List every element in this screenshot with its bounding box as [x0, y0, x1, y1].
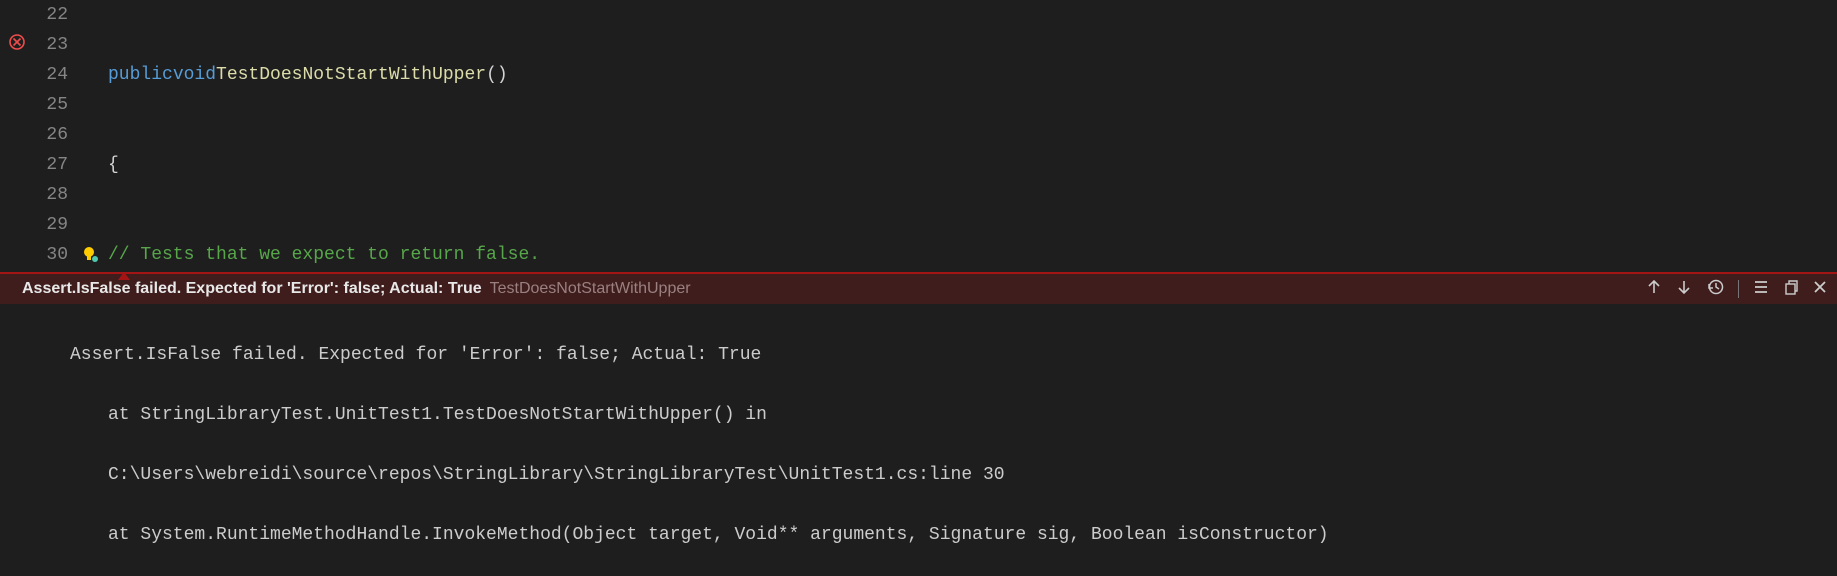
code-line[interactable]: {	[108, 150, 1837, 180]
exception-context: TestDoesNotStartWithUpper	[490, 280, 691, 298]
code-area[interactable]: public void TestDoesNotStartWithUpper() …	[108, 0, 1837, 272]
exception-bar: Assert.IsFalse failed. Expected for 'Err…	[0, 274, 1837, 304]
divider	[1738, 280, 1739, 298]
code-line[interactable]: public void TestDoesNotStartWithUpper()	[108, 60, 1837, 90]
list-icon[interactable]	[1753, 279, 1769, 300]
history-icon[interactable]	[1706, 278, 1724, 301]
error-caret-indicator	[0, 272, 1837, 274]
trace-line: at System.RuntimeMethodHandle.InvokeMeth…	[70, 520, 1837, 550]
trace-line: at StringLibraryTest.UnitTest1.TestDoesN…	[70, 400, 1837, 430]
line-number: 28	[34, 185, 74, 205]
line-number: 22	[34, 5, 74, 25]
stack-trace[interactable]: Assert.IsFalse failed. Expected for 'Err…	[0, 304, 1837, 576]
line-number: 24	[34, 65, 74, 85]
trace-line: Assert.IsFalse failed. Expected for 'Err…	[70, 340, 1837, 370]
exception-message: Assert.IsFalse failed. Expected for 'Err…	[22, 280, 482, 298]
prev-frame-icon[interactable]	[1646, 279, 1662, 300]
line-number: 26	[34, 125, 74, 145]
code-line[interactable]: // Tests that we expect to return false.	[108, 240, 1837, 270]
trace-line: C:\Users\webreidi\source\repos\StringLib…	[70, 460, 1837, 490]
line-number: 25	[34, 95, 74, 115]
close-icon[interactable]	[1813, 280, 1827, 299]
copy-icon[interactable]	[1783, 279, 1799, 300]
line-number: 29	[34, 215, 74, 235]
error-icon[interactable]	[0, 33, 34, 57]
gutter: 22 23 24 25 26 27 28 29 30	[0, 0, 108, 272]
line-number: 30	[34, 245, 74, 265]
line-number: 27	[34, 155, 74, 175]
line-number: 23	[34, 35, 74, 55]
lightbulb-icon[interactable]	[74, 245, 106, 265]
next-frame-icon[interactable]	[1676, 279, 1692, 300]
code-editor[interactable]: 22 23 24 25 26 27 28 29 30 public void T…	[0, 0, 1837, 272]
